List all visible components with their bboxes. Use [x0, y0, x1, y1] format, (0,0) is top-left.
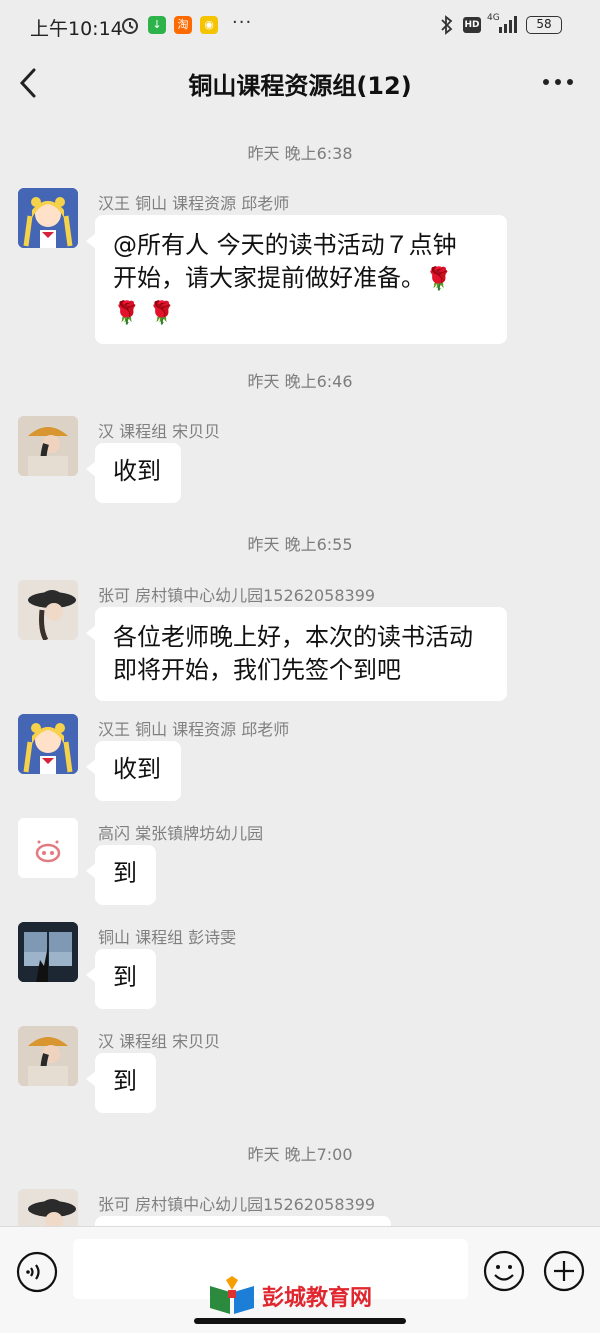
hd-icon: HD: [463, 17, 481, 33]
rose-emoji-icon: 🌹: [148, 301, 176, 326]
alarm-icon: [122, 18, 138, 34]
status-more-icon: ···: [232, 12, 253, 33]
status-bar: 上午10:14 ↓ 淘 ◉ ··· HD 4G 58: [0, 0, 600, 52]
add-icon[interactable]: [543, 1250, 585, 1292]
download-icon: ↓: [148, 16, 166, 34]
message-text: 到: [113, 963, 137, 991]
girl-hat-avatar-icon: [18, 580, 78, 640]
message-bubble[interactable]: 收到: [86, 443, 181, 503]
message-text: 收到: [113, 755, 161, 783]
sender-name: 张可 房村镇中心幼儿园15262058399: [98, 586, 376, 605]
rose-emoji-icon: 🌹: [425, 267, 453, 292]
home-indicator[interactable]: [194, 1318, 406, 1324]
timestamp: 昨天 晚上6:46: [247, 372, 353, 391]
girl-cap-avatar-icon: [18, 1026, 78, 1086]
avatar[interactable]: [18, 922, 78, 982]
message-bubble[interactable]: 到: [86, 949, 156, 1009]
sender-name: 汉 课程组 宋贝贝: [98, 422, 221, 441]
weibo-icon: ◉: [200, 16, 218, 34]
message-bubble[interactable]: @所有人 今天的读书活动７点钟 开始，请大家提前做好准备。🌹 🌹 🌹: [86, 215, 507, 344]
timestamp: 昨天 晚上6:38: [247, 144, 353, 163]
battery-icon: 58: [526, 16, 562, 34]
sender-name: 汉王 铜山 课程资源 邱老师: [98, 194, 290, 213]
page-title: 铜山课程资源组(12): [188, 72, 412, 100]
voice-icon[interactable]: [16, 1251, 58, 1293]
rose-emoji-icon: 🌹: [113, 301, 141, 326]
watermark-text: 彭城教育网: [262, 1286, 373, 1311]
timestamp: 昨天 晚上7:00: [247, 1145, 353, 1164]
avatar[interactable]: [18, 1189, 78, 1226]
message-bubble[interactable]: 各位老师晚上好，本次的读书活动 即将开始，我们先签个到吧: [86, 607, 507, 701]
message-bubble[interactable]: [95, 1216, 391, 1226]
message-line: 即将开始，我们先签个到吧: [113, 656, 401, 684]
more-icon[interactable]: [538, 66, 578, 98]
message-bubble[interactable]: 到: [86, 1053, 156, 1113]
message-bubble[interactable]: 到: [86, 845, 156, 905]
window-silhouette-avatar-icon: [18, 922, 78, 982]
message-bubble[interactable]: 收到: [86, 741, 181, 801]
message-list[interactable]: 昨天 晚上6:38 汉王 铜山 课程资源 邱老师 @所有人 今天的读书活动７点钟…: [0, 114, 600, 1226]
message-line: 🌹 🌹: [113, 296, 489, 330]
bluetooth-icon: [441, 15, 453, 35]
message-text: 收到: [113, 457, 161, 485]
girl-hat-avatar-icon: [18, 1189, 78, 1226]
avatar[interactable]: [18, 188, 78, 248]
signal-icon: [499, 16, 517, 33]
chat-header: 铜山课程资源组(12): [0, 52, 600, 114]
sender-name: 铜山 课程组 彭诗雯: [98, 928, 237, 947]
emoji-icon[interactable]: [483, 1250, 525, 1292]
avatar[interactable]: [18, 580, 78, 640]
avatar[interactable]: [18, 416, 78, 476]
pig-avatar-icon: [18, 818, 78, 878]
book-logo-icon: [210, 1276, 254, 1314]
message-text: 到: [113, 1067, 137, 1095]
taobao-icon: 淘: [174, 16, 192, 34]
sender-name: 张可 房村镇中心幼儿园15262058399: [98, 1195, 376, 1214]
anime-avatar-icon: [18, 714, 78, 774]
status-time: 上午10:14: [30, 18, 123, 40]
timestamp: 昨天 晚上6:55: [247, 535, 353, 554]
sender-name: 汉王 铜山 课程资源 邱老师: [98, 720, 290, 739]
message-line: 开始，请大家提前做好准备。🌹: [113, 262, 489, 296]
message-text: 到: [113, 859, 137, 887]
message-line: 各位老师晚上好，本次的读书活动: [113, 623, 473, 651]
sender-name: 汉 课程组 宋贝贝: [98, 1032, 221, 1051]
sender-name: 高闪 棠张镇牌坊幼儿园: [98, 824, 264, 843]
message-line: @所有人 今天的读书活动７点钟: [113, 231, 457, 259]
girl-cap-avatar-icon: [18, 416, 78, 476]
avatar[interactable]: [18, 1026, 78, 1086]
avatar[interactable]: [18, 818, 78, 878]
avatar[interactable]: [18, 714, 78, 774]
anime-avatar-icon: [18, 188, 78, 248]
